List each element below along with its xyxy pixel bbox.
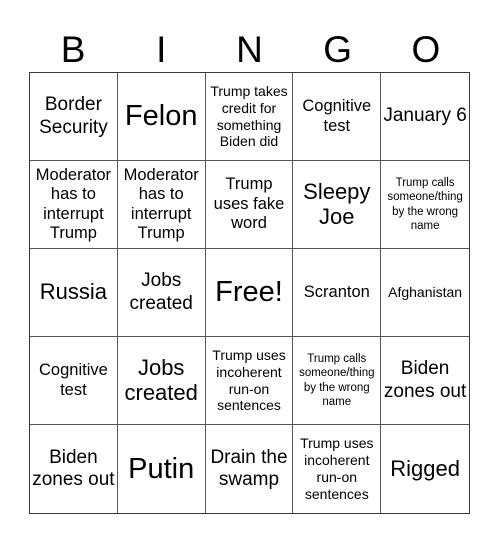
header-letter-o: O	[411, 29, 441, 70]
bingo-cell[interactable]: Trump calls someone/thing by the wrong n…	[381, 161, 469, 249]
header-letter-i: I	[156, 29, 167, 70]
bingo-cell[interactable]: Felon	[117, 73, 206, 161]
bingo-cell[interactable]: Trump takes credit for something Biden d…	[205, 73, 294, 161]
header-letter-n: N	[236, 29, 263, 70]
header-letter-g: G	[323, 29, 353, 70]
bingo-cell[interactable]: Biden zones out	[30, 425, 118, 513]
bingo-cell[interactable]: Moderator has to interrupt Trump	[117, 161, 206, 249]
bingo-grid: Border Security Felon Trump takes credit…	[29, 72, 470, 514]
bingo-cell[interactable]: January 6	[381, 73, 469, 161]
bingo-cell[interactable]: Putin	[118, 425, 206, 513]
bingo-cell[interactable]: Russia	[30, 249, 118, 337]
bingo-cell[interactable]: Jobs created	[117, 249, 206, 337]
bingo-cell[interactable]: Afghanistan	[381, 249, 469, 337]
bingo-cell[interactable]: Trump uses incoherent run-on sentences	[293, 425, 382, 513]
bingo-cell[interactable]: Cognitive test	[30, 337, 118, 425]
bingo-cell[interactable]: Jobs created	[117, 337, 206, 425]
free-space-cell[interactable]: Free!	[205, 249, 294, 337]
bingo-cell[interactable]: Drain the swamp	[206, 425, 294, 513]
bingo-cell[interactable]: Trump uses incoherent run-on sentences	[205, 337, 294, 425]
bingo-cell[interactable]: Rigged	[381, 425, 469, 513]
header-letter-b: B	[60, 29, 86, 70]
bingo-cell[interactable]: Cognitive test	[293, 73, 382, 161]
bingo-cell[interactable]: Trump calls someone/thing by the wrong n…	[293, 337, 382, 425]
bingo-cell[interactable]: Moderator has to interrupt Trump	[30, 161, 118, 249]
bingo-cell[interactable]: Border Security	[30, 73, 118, 161]
bingo-cell[interactable]: Biden zones out	[381, 337, 469, 425]
bingo-header: B I N G O	[29, 28, 470, 72]
bingo-cell[interactable]: Scranton	[293, 249, 382, 337]
bingo-cell[interactable]: Trump uses fake word	[205, 161, 294, 249]
bingo-cell[interactable]: Sleepy Joe	[293, 161, 382, 249]
